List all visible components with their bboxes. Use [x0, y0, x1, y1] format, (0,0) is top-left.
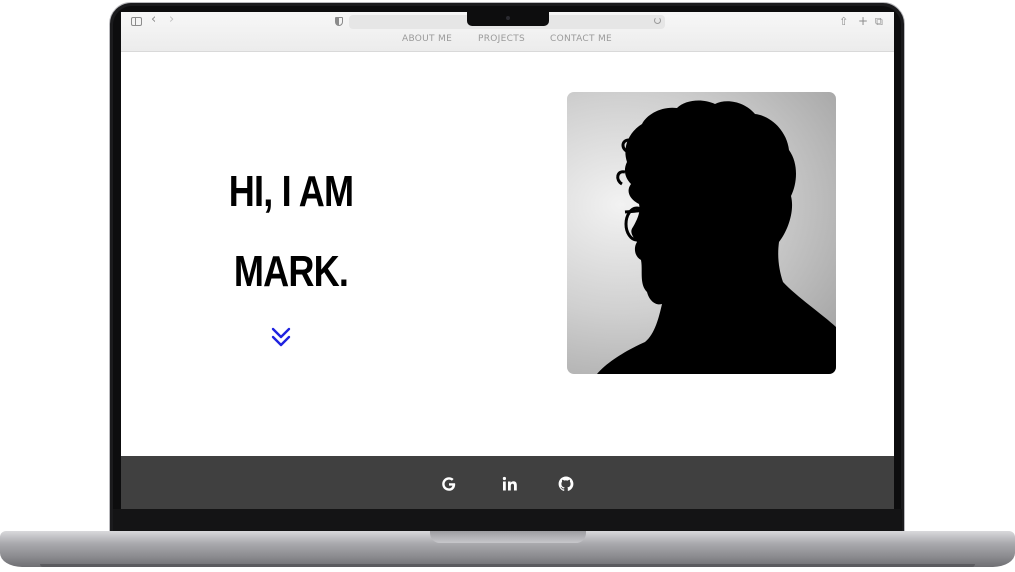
profile-photo	[567, 92, 836, 374]
hero-heading: HI, I AM MARK.	[201, 152, 381, 312]
tab-overview-icon[interactable]: ⧉	[875, 16, 883, 28]
google-icon[interactable]	[439, 474, 459, 494]
linkedin-icon[interactable]	[500, 474, 520, 494]
laptop-groove	[430, 531, 586, 543]
nav-projects[interactable]: PROJECTS	[478, 34, 525, 44]
nav-about-me[interactable]: ABOUT ME	[402, 34, 452, 44]
silhouette-portrait-icon	[597, 100, 836, 374]
nav-contact-me[interactable]: CONTACT ME	[550, 34, 612, 44]
site-nav: ABOUT ME PROJECTS CONTACT ME	[121, 32, 894, 48]
privacy-shield-icon[interactable]	[335, 17, 343, 26]
forward-icon[interactable]: ›	[169, 13, 174, 26]
laptop-chin	[113, 509, 902, 531]
share-icon[interactable]: ⇧	[839, 16, 848, 28]
reload-icon[interactable]	[654, 17, 661, 24]
footer	[121, 456, 894, 509]
github-icon[interactable]	[556, 474, 576, 494]
sidebar-toggle-icon[interactable]	[131, 17, 142, 26]
hero-heading-line2: MARK.	[233, 247, 349, 296]
browser-window: ‹ › ⇧ + ⧉ ABOUT ME PROJECTS CONTACT ME H…	[121, 12, 894, 509]
hero-heading-line1: HI, I AM	[228, 167, 354, 216]
new-tab-icon[interactable]: +	[858, 15, 868, 27]
camera-notch	[467, 12, 549, 26]
scroll-down-chevron-icon[interactable]	[271, 326, 291, 348]
back-icon[interactable]: ‹	[151, 13, 156, 26]
browser-toolbar: ‹ › ⇧ + ⧉ ABOUT ME PROJECTS CONTACT ME	[121, 12, 894, 52]
